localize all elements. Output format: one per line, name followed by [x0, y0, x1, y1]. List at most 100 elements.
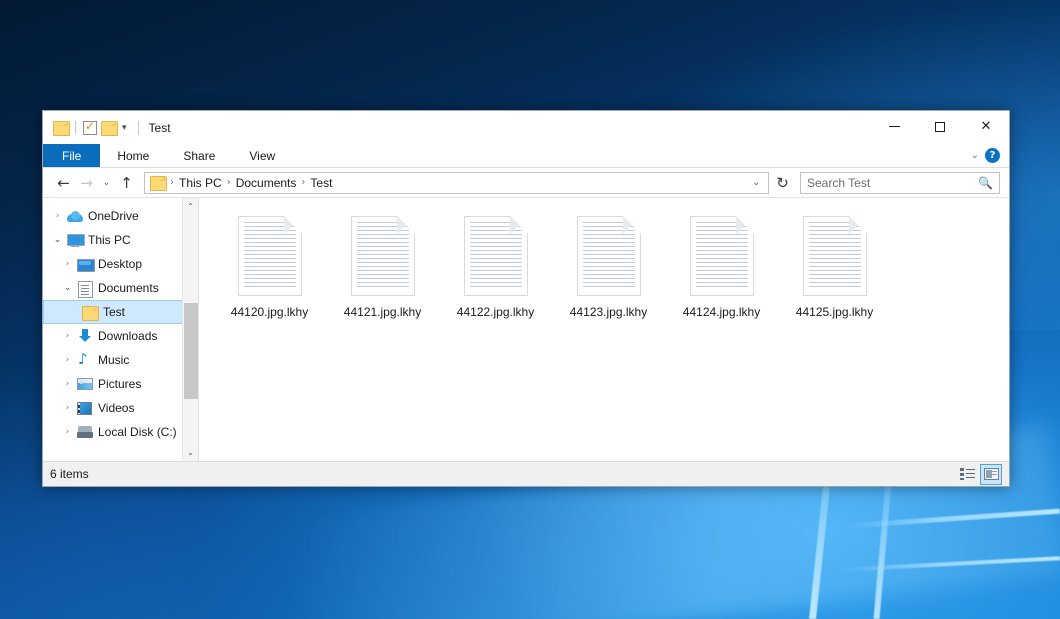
up-button[interactable]: ↑: [115, 171, 138, 194]
quick-access-toolbar: ▾: [43, 121, 129, 135]
cloud-icon: [66, 211, 83, 222]
file-item[interactable]: 44123.jpg.lkhy: [552, 212, 665, 330]
chevron-right-icon[interactable]: ›: [59, 259, 76, 269]
maximize-button[interactable]: [917, 111, 963, 142]
sidebar-item-label: OneDrive: [88, 209, 139, 223]
tab-home[interactable]: Home: [100, 144, 166, 167]
videos-icon: [76, 402, 93, 415]
minimize-button[interactable]: [871, 111, 917, 142]
details-view-icon: [960, 468, 975, 480]
folder-icon: [53, 121, 68, 134]
ribbon-tab-bar: File Home Share View ⌄ ?: [43, 144, 1009, 168]
wallpaper-beam-diagonal-upper: [848, 509, 1060, 529]
chevron-right-icon[interactable]: ›: [49, 211, 66, 221]
chevron-down-icon[interactable]: ⌄: [971, 150, 979, 161]
chevron-down-icon[interactable]: ⌄: [49, 235, 66, 245]
customize-dropdown-icon[interactable]: ▾: [120, 123, 129, 132]
sidebar-item-downloads[interactable]: › Downloads: [43, 324, 198, 348]
breadcrumb-documents[interactable]: Documents: [232, 175, 301, 191]
downloads-icon: [76, 329, 93, 343]
tab-file[interactable]: File: [43, 144, 100, 167]
sidebar-item-documents[interactable]: ⌄ Documents: [43, 276, 198, 300]
sidebar-item-label: This PC: [88, 233, 131, 247]
file-name-label: 44123.jpg.lkhy: [567, 304, 650, 320]
sidebar-item-videos[interactable]: › Videos: [43, 396, 198, 420]
properties-checkbox-icon[interactable]: [83, 121, 97, 135]
file-name-label: 44121.jpg.lkhy: [341, 304, 424, 320]
generic-document-icon: [238, 216, 302, 296]
details-view-button[interactable]: [956, 464, 978, 485]
file-item[interactable]: 44122.jpg.lkhy: [439, 212, 552, 330]
address-bar[interactable]: › This PC › Documents › Test ⌄: [144, 172, 769, 194]
sidebar-item-desktop[interactable]: › Desktop: [43, 252, 198, 276]
back-button[interactable]: ←: [52, 171, 75, 194]
forward-button: →: [75, 171, 98, 194]
generic-document-icon: [351, 216, 415, 296]
scrollbar-track[interactable]: [183, 215, 199, 444]
chevron-right-icon[interactable]: ›: [59, 355, 76, 365]
sidebar-item-this-pc[interactable]: ⌄ This PC: [43, 228, 198, 252]
scroll-down-arrow-icon[interactable]: ⌄: [183, 444, 199, 461]
search-input[interactable]: Search Test: [807, 176, 978, 190]
address-dropdown-icon[interactable]: ⌄: [746, 177, 766, 188]
new-folder-icon[interactable]: [101, 121, 116, 134]
large-icons-view-button[interactable]: [980, 464, 1002, 485]
sidebar-item-label: Pictures: [98, 377, 141, 391]
large-icons-view-icon: [984, 468, 999, 480]
generic-document-icon: [464, 216, 528, 296]
wallpaper-beam-vertical-right: [873, 470, 892, 619]
file-list-view[interactable]: 44120.jpg.lkhy 44121.jpg.lkhy 44122.jpg.…: [199, 198, 1009, 461]
disk-icon: [76, 426, 93, 438]
file-name-label: 44120.jpg.lkhy: [228, 304, 311, 320]
address-bar-row: ← → ⌄ ↑ › This PC › Documents › Test ⌄ ↻…: [43, 168, 1009, 197]
desktop-background: ▾ Test ✕ File Home Share View ⌄ ? ← → ⌄: [0, 0, 1060, 619]
help-button[interactable]: ?: [985, 148, 1000, 163]
sidebar-item-music[interactable]: › ♪ Music: [43, 348, 198, 372]
generic-document-icon: [690, 216, 754, 296]
view-mode-buttons: [956, 464, 1002, 485]
file-item[interactable]: 44124.jpg.lkhy: [665, 212, 778, 330]
item-count-label: 6 items: [50, 467, 89, 481]
chevron-right-icon[interactable]: ›: [59, 379, 76, 389]
search-icon: 🔍: [978, 176, 993, 190]
file-item[interactable]: 44121.jpg.lkhy: [326, 212, 439, 330]
sidebar-item-label: Desktop: [98, 257, 142, 271]
file-name-label: 44124.jpg.lkhy: [680, 304, 763, 320]
navigation-scrollbar[interactable]: ⌃ ⌄: [182, 198, 198, 461]
refresh-button[interactable]: ↻: [771, 171, 794, 194]
breadcrumb-this-pc[interactable]: This PC: [175, 175, 226, 191]
toolbar-divider: [75, 121, 76, 134]
sidebar-item-label: Videos: [98, 401, 134, 415]
tab-view[interactable]: View: [232, 144, 292, 167]
recent-locations-button[interactable]: ⌄: [98, 171, 115, 194]
file-name-label: 44125.jpg.lkhy: [793, 304, 876, 320]
tab-share[interactable]: Share: [166, 144, 232, 167]
scroll-up-arrow-icon[interactable]: ⌃: [183, 198, 199, 215]
sidebar-item-pictures[interactable]: › Pictures: [43, 372, 198, 396]
chevron-right-icon[interactable]: ›: [59, 427, 76, 437]
chevron-right-icon[interactable]: ›: [59, 331, 76, 341]
chevron-right-icon[interactable]: ›: [59, 403, 76, 413]
sidebar-item-label: Local Disk (C:): [98, 425, 177, 439]
sidebar-item-onedrive[interactable]: › OneDrive: [43, 204, 198, 228]
computer-icon: [66, 234, 83, 247]
window-title: Test: [138, 121, 171, 135]
file-item[interactable]: 44125.jpg.lkhy: [778, 212, 891, 330]
file-explorer-window: ▾ Test ✕ File Home Share View ⌄ ? ← → ⌄: [42, 110, 1010, 487]
close-button[interactable]: ✕: [963, 111, 1009, 142]
sidebar-item-label: Music: [98, 353, 129, 367]
sidebar-item-label: Documents: [98, 281, 159, 295]
search-box[interactable]: Search Test 🔍: [800, 172, 1000, 194]
title-bar[interactable]: ▾ Test ✕: [43, 111, 1009, 144]
file-name-label: 44122.jpg.lkhy: [454, 304, 537, 320]
navigation-pane: › OneDrive ⌄ This PC › Desktop ⌄: [43, 198, 199, 461]
music-icon: ♪: [76, 353, 93, 367]
generic-document-icon: [577, 216, 641, 296]
scrollbar-thumb[interactable]: [184, 303, 198, 399]
sidebar-item-local-disk[interactable]: › Local Disk (C:): [43, 420, 198, 444]
sidebar-item-test[interactable]: Test: [43, 300, 198, 324]
file-item[interactable]: 44120.jpg.lkhy: [213, 212, 326, 330]
breadcrumb-test[interactable]: Test: [306, 175, 336, 191]
chevron-down-icon[interactable]: ⌄: [59, 283, 76, 293]
address-folder-icon: [150, 176, 165, 189]
